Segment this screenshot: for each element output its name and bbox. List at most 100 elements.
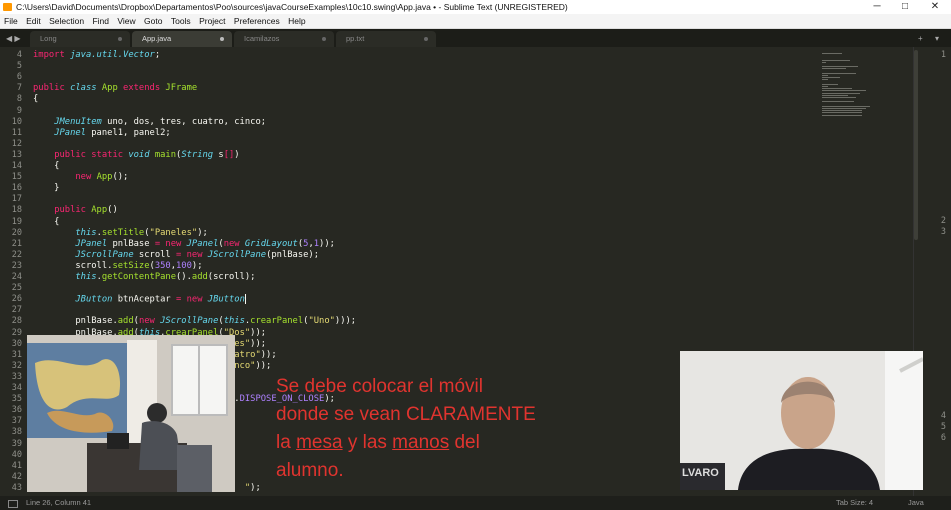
line-number: 11 [11, 127, 22, 138]
minimap-line [822, 61, 826, 63]
window-title-bar[interactable]: C:\Users\David\Documents\Dropbox\Departa… [0, 0, 951, 14]
line-number: 18 [11, 205, 22, 216]
line-number: 26 [11, 294, 22, 305]
webcam-room-view [27, 335, 235, 492]
tab-close-icon[interactable] [424, 37, 428, 41]
code-line[interactable]: { [33, 94, 38, 105]
code-token: )); [255, 360, 272, 371]
menu-goto[interactable]: Goto [144, 14, 162, 28]
code-line[interactable]: this.getContentPane().add(scroll); [33, 272, 255, 283]
line-number: 13 [11, 149, 22, 160]
line-number: 9 [16, 105, 22, 116]
secondary-line-number: 1 [940, 50, 946, 60]
code-line[interactable]: JMenuItem uno, dos, tres, cuatro, cinco; [33, 117, 266, 128]
code-line[interactable]: public class App extends JFrame [33, 83, 197, 94]
code-token: = new [176, 294, 208, 305]
tab-list-button[interactable]: ▾ [935, 31, 939, 47]
new-tab-button[interactable]: + [918, 31, 923, 47]
line-number: 22 [11, 249, 22, 260]
minimap-line [822, 68, 846, 70]
code-token: )); [250, 338, 267, 349]
code-line[interactable]: JPanel panel1, panel2; [33, 128, 171, 139]
line-number: 4 [16, 50, 22, 60]
menu-file[interactable]: File [4, 14, 18, 28]
code-token: es" [234, 338, 251, 349]
tab-app-java[interactable]: App.java [132, 31, 232, 47]
code-token: main [154, 149, 177, 160]
overlay-text-fragment: del [449, 432, 480, 453]
code-line[interactable]: { [33, 161, 59, 172]
code-token: add [191, 272, 208, 282]
line-number: 38 [11, 427, 22, 438]
code-token: = new [176, 249, 208, 260]
code-token: (pnlBase); [266, 249, 320, 260]
menu-help[interactable]: Help [288, 14, 305, 28]
code-token: pnlBase [107, 238, 155, 249]
tab-label: Icamilazos [244, 34, 280, 43]
code-token: "Uno" [308, 316, 335, 327]
code-line[interactable]: import java.util.Vector; [33, 50, 160, 61]
maximize-button[interactable]: □ [891, 0, 919, 14]
minimap-line [822, 108, 866, 109]
code-token: ); [250, 482, 261, 493]
code-token: JPanel [75, 238, 108, 249]
close-button[interactable]: ✕ [921, 0, 949, 14]
code-token: public [54, 205, 92, 216]
tab-dirty-icon[interactable] [220, 37, 224, 41]
status-bar: Line 26, Column 41 Tab Size: 4 Java [0, 496, 951, 510]
menu-find[interactable]: Find [92, 14, 109, 28]
menu-project[interactable]: Project [199, 14, 225, 28]
code-token: 100 [176, 260, 192, 271]
code-line[interactable]: public static void main(String s[]) [33, 149, 239, 161]
panel-toggle-icon[interactable] [8, 500, 18, 508]
editor-scrollbar[interactable] [914, 50, 918, 240]
tab-scroll-arrows[interactable]: ◀ ▶ [6, 31, 21, 47]
line-number: 37 [11, 416, 22, 427]
code-token: atro" [234, 349, 261, 360]
tab-size-indicator[interactable]: Tab Size: 4 [836, 496, 873, 510]
tab-pp-txt[interactable]: pp.txt [336, 31, 436, 47]
line-number: 25 [11, 283, 22, 294]
code-line[interactable]: scroll.setSize(350,100); [33, 260, 202, 272]
tab-icamilazos[interactable]: Icamilazos [234, 31, 334, 47]
menu-view[interactable]: View [117, 14, 135, 28]
menu-preferences[interactable]: Preferences [234, 14, 280, 28]
menu-tools[interactable]: Tools [171, 14, 191, 28]
line-number: 5 [16, 61, 22, 72]
line-number: 7 [16, 83, 22, 94]
tab-long[interactable]: Long [30, 31, 130, 47]
line-number: 32 [11, 360, 22, 371]
code-token: import [33, 50, 71, 60]
code-token: void [128, 149, 155, 160]
line-number: 42 [11, 471, 22, 482]
code-line[interactable]: public App() [33, 205, 118, 216]
tab-close-icon[interactable] [322, 37, 326, 41]
code-line[interactable]: pnlBase.add(new JScrollPane(this.crearPa… [33, 316, 356, 327]
code-token: this [75, 227, 97, 238]
secondary-line-number: 3 [940, 227, 946, 237]
minimap-line [822, 86, 828, 87]
code-token: scroll. [33, 260, 113, 271]
code-line[interactable]: JButton btnAceptar = new JButton [33, 294, 246, 306]
minimap-line [822, 101, 854, 103]
menu-selection[interactable]: Selection [49, 14, 84, 28]
line-number: 36 [11, 405, 22, 416]
code-line[interactable]: JScrollPane scroll = new JScrollPane(pnl… [33, 250, 319, 261]
sublime-app-icon [3, 3, 12, 11]
tab-close-icon[interactable] [118, 37, 122, 41]
code-token: this [75, 272, 97, 282]
menu-edit[interactable]: Edit [26, 14, 41, 28]
code-line[interactable]: { [33, 217, 59, 228]
code-token: (). [176, 272, 192, 282]
syntax-indicator[interactable]: Java [908, 496, 924, 510]
code-line[interactable]: JPanel pnlBase = new JPanel(new GridLayo… [33, 239, 335, 250]
minimize-button[interactable]: ─ [863, 0, 891, 14]
code-line[interactable]: new App(); [33, 172, 128, 183]
cursor-position: Line 26, Column 41 [26, 498, 92, 507]
code-line[interactable]: } [33, 183, 59, 194]
code-line[interactable]: this.setTitle("Paneles"); [33, 227, 207, 239]
